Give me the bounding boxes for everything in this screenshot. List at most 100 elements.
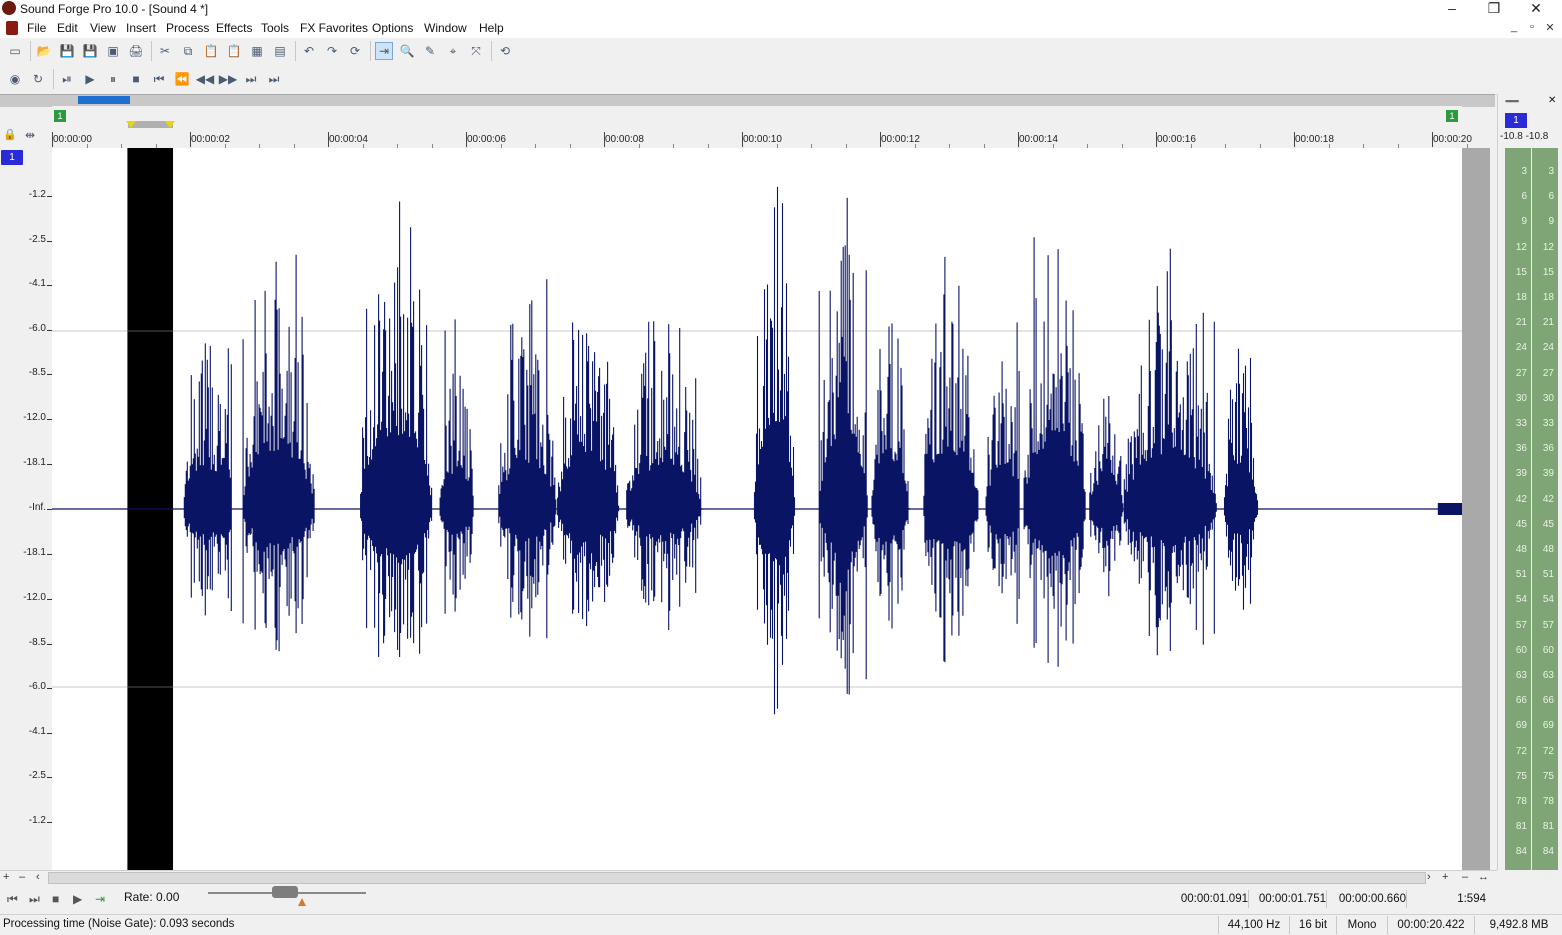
- envelope-tool-icon[interactable]: ⌖: [444, 42, 462, 60]
- marker-bar[interactable]: [52, 106, 1462, 132]
- edit-tool-icon[interactable]: ⇥: [375, 42, 393, 60]
- meter-peak-values[interactable]: -10.8 -10.8: [1500, 131, 1548, 142]
- menu-insert[interactable]: Insert: [126, 21, 156, 36]
- channel-mode[interactable]: Mono: [1336, 916, 1387, 934]
- play-icon[interactable]: ▶: [81, 70, 99, 88]
- zoom-in-time-icon[interactable]: +: [1442, 871, 1448, 883]
- bit-depth[interactable]: 16 bit: [1289, 916, 1336, 934]
- meter-scale-label: 51: [1542, 569, 1554, 581]
- menu-edit[interactable]: Edit: [57, 21, 78, 36]
- scrollbar-thumb[interactable]: [48, 872, 1426, 884]
- selection-start-handle[interactable]: [126, 121, 136, 128]
- meter-channel-badge[interactable]: 1: [1505, 113, 1527, 128]
- file-length[interactable]: 00:00:20.422: [1387, 916, 1474, 934]
- minimize-button[interactable]: –: [1432, 0, 1472, 18]
- repeat-icon[interactable]: ⟳: [346, 42, 364, 60]
- ruler-minor-tick: [1398, 144, 1399, 148]
- scroll-left-icon[interactable]: ‹: [36, 871, 40, 883]
- restore-button[interactable]: ❐: [1474, 0, 1514, 18]
- ruler-minor-tick: [397, 144, 398, 148]
- marker-flag-end[interactable]: 1: [1446, 110, 1458, 122]
- cut-icon[interactable]: ✂: [156, 42, 174, 60]
- play-icon[interactable]: ▶: [73, 892, 82, 906]
- menu-help[interactable]: Help: [479, 21, 504, 36]
- menu-window[interactable]: Window: [424, 21, 467, 36]
- meter-peak-right[interactable]: -10.8: [1526, 131, 1549, 142]
- magnify-tool-icon[interactable]: 🔍: [398, 42, 416, 60]
- paste-icon[interactable]: 📋: [202, 42, 220, 60]
- play-as-sample-icon[interactable]: ⇥: [95, 892, 105, 906]
- redo-icon[interactable]: ↷: [323, 42, 341, 60]
- zoom-fit-icon[interactable]: ↔: [1478, 871, 1489, 883]
- zoom-out-level-icon[interactable]: –: [19, 871, 25, 883]
- forward-icon[interactable]: ▶▶: [219, 70, 237, 88]
- save-as-icon[interactable]: 💾: [81, 42, 99, 60]
- zoom-ratio[interactable]: 1:594: [1410, 890, 1486, 908]
- go-end-icon[interactable]: ⏭: [265, 70, 283, 88]
- ruler-minor-tick: [225, 144, 226, 148]
- menu-tools[interactable]: Tools: [261, 21, 289, 36]
- record-icon[interactable]: ◉: [6, 70, 24, 88]
- open-icon[interactable]: 📂: [35, 42, 53, 60]
- mix-icon[interactable]: ▦: [248, 42, 266, 60]
- menu-effects[interactable]: Effects: [216, 21, 252, 36]
- meter-scale-label: 30: [1542, 392, 1554, 404]
- zoom-out-time-icon[interactable]: –: [1462, 871, 1468, 883]
- meter-scale-label: 57: [1515, 619, 1527, 631]
- go-to-start-icon[interactable]: ⏮: [7, 892, 18, 907]
- copy-icon[interactable]: ⧉: [179, 42, 197, 60]
- loop-icon[interactable]: ↻: [29, 70, 47, 88]
- level-tick: [47, 419, 52, 420]
- prev-icon[interactable]: ⏪: [173, 70, 191, 88]
- mdi-restore-button[interactable]: ▫: [1524, 21, 1540, 33]
- event-tool-icon[interactable]: ⤧: [467, 42, 485, 60]
- pause-icon[interactable]: ⏸: [104, 70, 122, 88]
- menu-options[interactable]: Options: [372, 21, 413, 36]
- menu-view[interactable]: View: [90, 21, 116, 36]
- go-start-icon[interactable]: ⏮: [150, 70, 168, 88]
- selection-length-time[interactable]: 00:00:00.660: [1328, 890, 1407, 908]
- menu-fx-favorites[interactable]: FX Favorites: [300, 21, 368, 36]
- overview-selection[interactable]: [78, 96, 130, 104]
- meter-close-icon[interactable]: ✕: [1548, 95, 1556, 106]
- go-to-end-icon[interactable]: ⏭: [29, 892, 40, 907]
- menu-file[interactable]: File: [27, 21, 46, 36]
- play-all-icon[interactable]: ⏯: [58, 70, 76, 88]
- meter-scale-label: 57: [1542, 619, 1554, 631]
- waveform-canvas[interactable]: [52, 148, 1462, 870]
- rate-slider-knob[interactable]: [272, 886, 298, 898]
- selection-start-time[interactable]: 00:00:01.091: [1172, 890, 1249, 908]
- menu-process[interactable]: Process: [166, 21, 209, 36]
- document-icon[interactable]: [6, 21, 18, 35]
- zoom-in-level-icon[interactable]: +: [3, 871, 9, 883]
- sample-rate[interactable]: 44,100 Hz: [1218, 916, 1289, 934]
- rewind-icon[interactable]: ◀◀: [196, 70, 214, 88]
- mdi-close-button[interactable]: ✕: [1542, 21, 1558, 34]
- waveform-area[interactable]: [52, 148, 1462, 870]
- region-icon[interactable]: ⟲: [496, 42, 514, 60]
- new-icon[interactable]: ▭: [6, 42, 24, 60]
- snap-icon[interactable]: ⇹: [25, 128, 35, 142]
- next-icon[interactable]: ⏭: [242, 70, 260, 88]
- save-icon[interactable]: 💾: [58, 42, 76, 60]
- close-button[interactable]: ✕: [1516, 0, 1556, 18]
- meter-scale-label: 87: [1542, 871, 1554, 883]
- meter-peak-left[interactable]: -10.8: [1500, 131, 1523, 142]
- scroll-right-icon[interactable]: ›: [1427, 871, 1431, 883]
- selection-end-time[interactable]: 00:00:01.751: [1250, 890, 1327, 908]
- lock-icon[interactable]: 🔒: [3, 128, 17, 141]
- meter-scale-label: 42: [1542, 493, 1554, 505]
- crop-icon[interactable]: ▤: [271, 42, 289, 60]
- pencil-tool-icon[interactable]: ✎: [421, 42, 439, 60]
- stop-icon[interactable]: ■: [127, 70, 145, 88]
- undo-icon[interactable]: ↶: [300, 42, 318, 60]
- render-icon[interactable]: ▣: [104, 42, 122, 60]
- channel-badge[interactable]: 1: [1, 150, 23, 165]
- meter-grip-icon[interactable]: ▪▪▪▪▪▪: [1505, 96, 1519, 106]
- stop-icon[interactable]: ■: [52, 892, 59, 906]
- mdi-minimize-button[interactable]: _: [1506, 21, 1522, 33]
- print-icon[interactable]: 🖨: [127, 42, 145, 60]
- paste-special-icon[interactable]: 📋: [225, 42, 243, 60]
- marker-flag-start[interactable]: 1: [54, 110, 66, 122]
- selection-end-handle[interactable]: [165, 121, 175, 128]
